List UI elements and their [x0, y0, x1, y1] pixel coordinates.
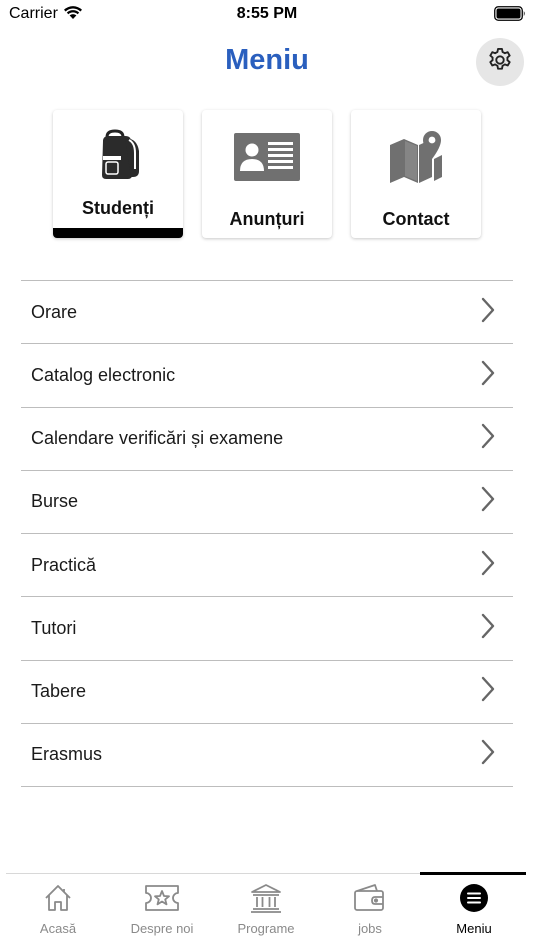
backpack-icon — [53, 126, 183, 184]
page-title: Meniu — [225, 44, 309, 76]
menu-item-label: Burse — [31, 491, 79, 512]
menu-item-label: Erasmus — [31, 744, 103, 765]
menu-item-orare[interactable]: Orare — [21, 281, 513, 345]
chevron-right-icon — [481, 297, 495, 328]
chevron-right-icon — [481, 360, 495, 391]
tab-acasa[interactable]: Acasă — [6, 874, 110, 940]
menu-item-catalog-electronic[interactable]: Catalog electronic — [21, 344, 513, 408]
menu-list: Orare Catalog electronic Calendare verif… — [21, 280, 513, 787]
menu-item-erasmus[interactable]: Erasmus — [21, 724, 513, 787]
clock: 8:55 PM — [236, 5, 298, 22]
tab-bar: Acasă Despre noi Programe jobs Meniu — [6, 872, 526, 950]
battery-icon — [494, 6, 526, 21]
map-pin-icon — [351, 128, 481, 186]
menu-item-label: Catalog electronic — [31, 364, 176, 385]
chevron-right-icon — [481, 739, 495, 770]
tab-label: Meniu — [456, 921, 492, 936]
chevron-right-icon — [481, 613, 495, 644]
tab-despre-noi[interactable]: Despre noi — [110, 874, 214, 940]
menu-item-label: Tutori — [31, 617, 77, 638]
card-label: Anunțuri — [229, 209, 305, 229]
chevron-right-icon — [481, 550, 495, 581]
chevron-right-icon — [481, 486, 495, 517]
menu-item-calendare[interactable]: Calendare verificări și examene — [21, 408, 513, 471]
category-cards: Studenți Anunțuri Contact — [0, 110, 534, 242]
menu-icon — [422, 882, 526, 914]
menu-item-label: Calendare verificări și examene — [31, 428, 284, 449]
tab-label: Despre noi — [130, 921, 194, 936]
chevron-right-icon — [481, 423, 495, 454]
menu-item-label: Practică — [31, 554, 97, 575]
card-studenti[interactable]: Studenți — [53, 110, 183, 238]
home-icon — [6, 882, 110, 914]
card-label: Contact — [382, 209, 450, 229]
menu-item-practica[interactable]: Practică — [21, 534, 513, 598]
tab-label: Programe — [237, 921, 295, 936]
card-label: Studenți — [82, 198, 154, 218]
gear-icon — [486, 46, 514, 79]
chevron-right-icon — [481, 676, 495, 707]
ticket-star-icon — [110, 882, 214, 914]
tab-meniu[interactable]: Meniu — [422, 874, 526, 940]
menu-item-label: Orare — [31, 301, 78, 322]
settings-button[interactable] — [476, 38, 524, 86]
tab-label: jobs — [358, 921, 382, 936]
menu-item-tutori[interactable]: Tutori — [21, 597, 513, 661]
card-anunturi[interactable]: Anunțuri — [202, 110, 332, 238]
card-contact[interactable]: Contact — [351, 110, 481, 238]
institution-icon — [214, 882, 318, 914]
id-card-icon — [202, 128, 332, 186]
tab-jobs[interactable]: jobs — [318, 874, 422, 940]
menu-item-tabere[interactable]: Tabere — [21, 661, 513, 724]
menu-item-label: Tabere — [31, 681, 87, 702]
wallet-icon — [318, 882, 422, 914]
tab-programe[interactable]: Programe — [214, 874, 318, 940]
tab-label: Acasă — [39, 921, 77, 936]
menu-item-burse[interactable]: Burse — [21, 471, 513, 534]
status-bar: Carrier 8:55 PM — [0, 0, 534, 28]
